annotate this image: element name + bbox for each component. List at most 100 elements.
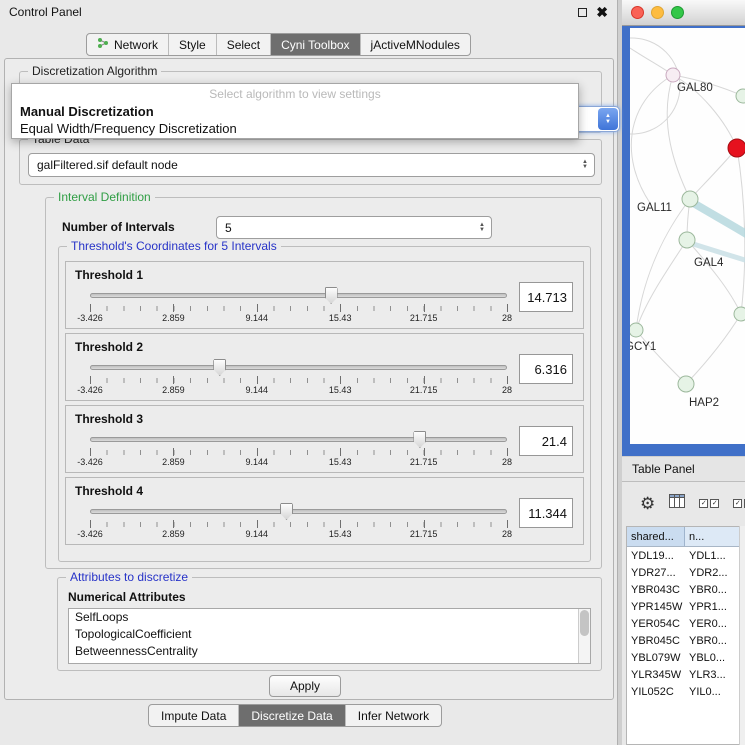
slider-ticks: [90, 306, 507, 311]
list-scrollbar[interactable]: [578, 609, 590, 663]
node-selected-red[interactable]: [728, 139, 745, 157]
network-canvas[interactable]: GAL80 GAL11 GAL4 GCY1 HAP2: [630, 28, 745, 444]
table-data-combo-value: galFiltered.sif default node: [37, 158, 178, 172]
table-row[interactable]: YIL052CYIL0...: [627, 683, 739, 700]
slider-track[interactable]: [90, 293, 507, 298]
tab-jactivemnodules-label: jActiveMNodules: [371, 38, 460, 52]
columns-icon[interactable]: [669, 494, 685, 513]
float-window-button[interactable]: [578, 8, 587, 17]
select-checks-icon[interactable]: ✓ ✓: [699, 499, 719, 508]
scrollbar-thumb[interactable]: [580, 610, 589, 636]
threshold-1-value-field[interactable]: 14.713: [519, 282, 573, 312]
control-panel-title: Control Panel: [9, 5, 569, 19]
table-data-combo[interactable]: galFiltered.sif default node ▲ ▼: [28, 153, 595, 177]
table-row[interactable]: YDR27...YDR2...: [627, 564, 739, 581]
number-of-intervals-label: Number of Intervals: [62, 220, 175, 234]
tab-jactivemnodules[interactable]: jActiveMNodules: [360, 34, 470, 55]
tab-network-label: Network: [114, 38, 158, 52]
interval-definition-title: Interval Definition: [54, 190, 155, 205]
column-header-name[interactable]: n...: [685, 527, 739, 546]
threshold-4-slider[interactable]: -3.426 2.859 9.144 15.43 21.715 28: [90, 506, 507, 538]
threshold-3-value-field[interactable]: 21.4: [519, 426, 573, 456]
slider-scale: -3.426 2.859 9.144 15.43 21.715 28: [90, 313, 507, 324]
tab-discretize-data[interactable]: Discretize Data: [238, 705, 344, 726]
tab-cyni-toolbox-label: Cyni Toolbox: [281, 38, 349, 52]
threshold-3-slider[interactable]: -3.426 2.859 9.144 15.43 21.715 28: [90, 434, 507, 466]
combo-stepper-icon[interactable]: ▲ ▼: [598, 108, 618, 130]
gear-icon[interactable]: ⚙: [640, 495, 655, 512]
table-row[interactable]: YBR045CYBR0...: [627, 632, 739, 649]
select-checks-icon[interactable]: ✓ ✓: [733, 499, 745, 508]
tab-infer-network[interactable]: Infer Network: [345, 705, 441, 726]
algorithm-combo[interactable]: ▲ ▼: [572, 106, 620, 132]
table-row[interactable]: YDL19...YDL1...: [627, 547, 739, 564]
slider-ticks: [90, 450, 507, 455]
arrow-down-icon: ▼: [582, 165, 588, 170]
close-window-icon[interactable]: [631, 6, 644, 19]
slider-thumb[interactable]: [280, 503, 293, 520]
table-scrollbar[interactable]: [739, 526, 745, 745]
combo-stepper-icon: ▲ ▼: [479, 217, 485, 238]
number-of-intervals-combo[interactable]: 5 ▲ ▼: [216, 216, 492, 239]
close-panel-button[interactable]: ✖: [596, 6, 608, 18]
zoom-window-icon[interactable]: [671, 6, 684, 19]
node-label: GAL80: [677, 82, 713, 94]
cyni-bottom-tabbar: Impute Data Discretize Data Infer Networ…: [148, 704, 442, 727]
attributes-group-title: Attributes to discretize: [66, 570, 192, 585]
algorithm-dropdown-popup: Select algorithm to view settings Manual…: [11, 83, 579, 139]
list-item[interactable]: SelfLoops: [69, 609, 590, 626]
threshold-1-slider[interactable]: -3.426 2.859 9.144 15.43 21.715 28: [90, 290, 507, 322]
threshold-2-box: Threshold 2 -3.426 2.859 9.144 15.43 21: [65, 333, 584, 401]
control-panel-tabbar: Network Style Select Cyni Toolbox jActiv…: [86, 33, 471, 56]
dropdown-option-equal-width-frequency[interactable]: Equal Width/Frequency Discretization: [12, 121, 578, 138]
attributes-group: Attributes to discretize Numerical Attri…: [57, 577, 602, 671]
node[interactable]: [736, 89, 745, 103]
network-window-titlebar: [622, 0, 745, 26]
node-gal80[interactable]: [666, 68, 680, 82]
threshold-2-value-field[interactable]: 6.316: [519, 354, 573, 384]
table-row[interactable]: YLR345WYLR3...: [627, 666, 739, 683]
table-row[interactable]: YBR043CYBR0...: [627, 581, 739, 598]
slider-ticks: [90, 378, 507, 383]
node-attribute-table: shared... n... YDL19...YDL1... YDR27...Y…: [626, 526, 739, 745]
checkbox-icon: ✓: [699, 499, 708, 508]
arrow-down-icon: ▼: [479, 228, 485, 233]
node-hap2[interactable]: [678, 376, 694, 392]
threshold-4-value-field[interactable]: 11.344: [519, 498, 573, 528]
tab-cyni-toolbox[interactable]: Cyni Toolbox: [270, 34, 359, 55]
minimize-window-icon[interactable]: [651, 6, 664, 19]
tab-select[interactable]: Select: [216, 34, 270, 55]
tab-style[interactable]: Style: [168, 34, 216, 55]
table-row[interactable]: YPR145WYPR1...: [627, 598, 739, 615]
slider-track[interactable]: [90, 365, 507, 370]
threshold-2-slider[interactable]: -3.426 2.859 9.144 15.43 21.715 28: [90, 362, 507, 394]
node-gal4[interactable]: [679, 232, 695, 248]
tab-impute-data[interactable]: Impute Data: [149, 705, 238, 726]
table-row[interactable]: YBL079WYBL0...: [627, 649, 739, 666]
node-gal11[interactable]: [682, 191, 698, 207]
column-header-shared-name[interactable]: shared...: [627, 527, 685, 546]
slider-track[interactable]: [90, 437, 507, 442]
combo-stepper-icon: ▲ ▼: [582, 154, 588, 176]
node[interactable]: [734, 307, 745, 321]
list-item[interactable]: BetweennessCentrality: [69, 643, 590, 660]
table-header-row: shared... n...: [627, 527, 739, 547]
discretization-algorithm-group-title: Discretization Algorithm: [28, 64, 161, 79]
interval-definition-group: Interval Definition Number of Intervals …: [45, 197, 602, 569]
tab-network[interactable]: Network: [87, 34, 168, 55]
table-row[interactable]: YER054CYER0...: [627, 615, 739, 632]
node-gcy1[interactable]: [630, 323, 643, 337]
cyni-toolbox-panel: Discretization Algorithm ▲ ▼ Select algo…: [4, 58, 614, 700]
arrow-down-icon: ▼: [605, 119, 611, 125]
slider-track[interactable]: [90, 509, 507, 514]
numerical-attributes-list: SelfLoops TopologicalCoefficient Between…: [68, 608, 591, 664]
number-of-intervals-value: 5: [225, 221, 232, 235]
slider-thumb[interactable]: [413, 431, 426, 448]
apply-button[interactable]: Apply: [269, 675, 341, 697]
dropdown-option-manual-discretization[interactable]: Manual Discretization: [12, 104, 578, 121]
slider-thumb[interactable]: [325, 287, 338, 304]
slider-thumb[interactable]: [213, 359, 226, 376]
list-item[interactable]: TopologicalCoefficient: [69, 626, 590, 643]
threshold-3-box: Threshold 3 -3.426 2.859 9.144 15.43 21: [65, 405, 584, 473]
table-data-group: Table Data galFiltered.sif default node …: [19, 139, 602, 185]
